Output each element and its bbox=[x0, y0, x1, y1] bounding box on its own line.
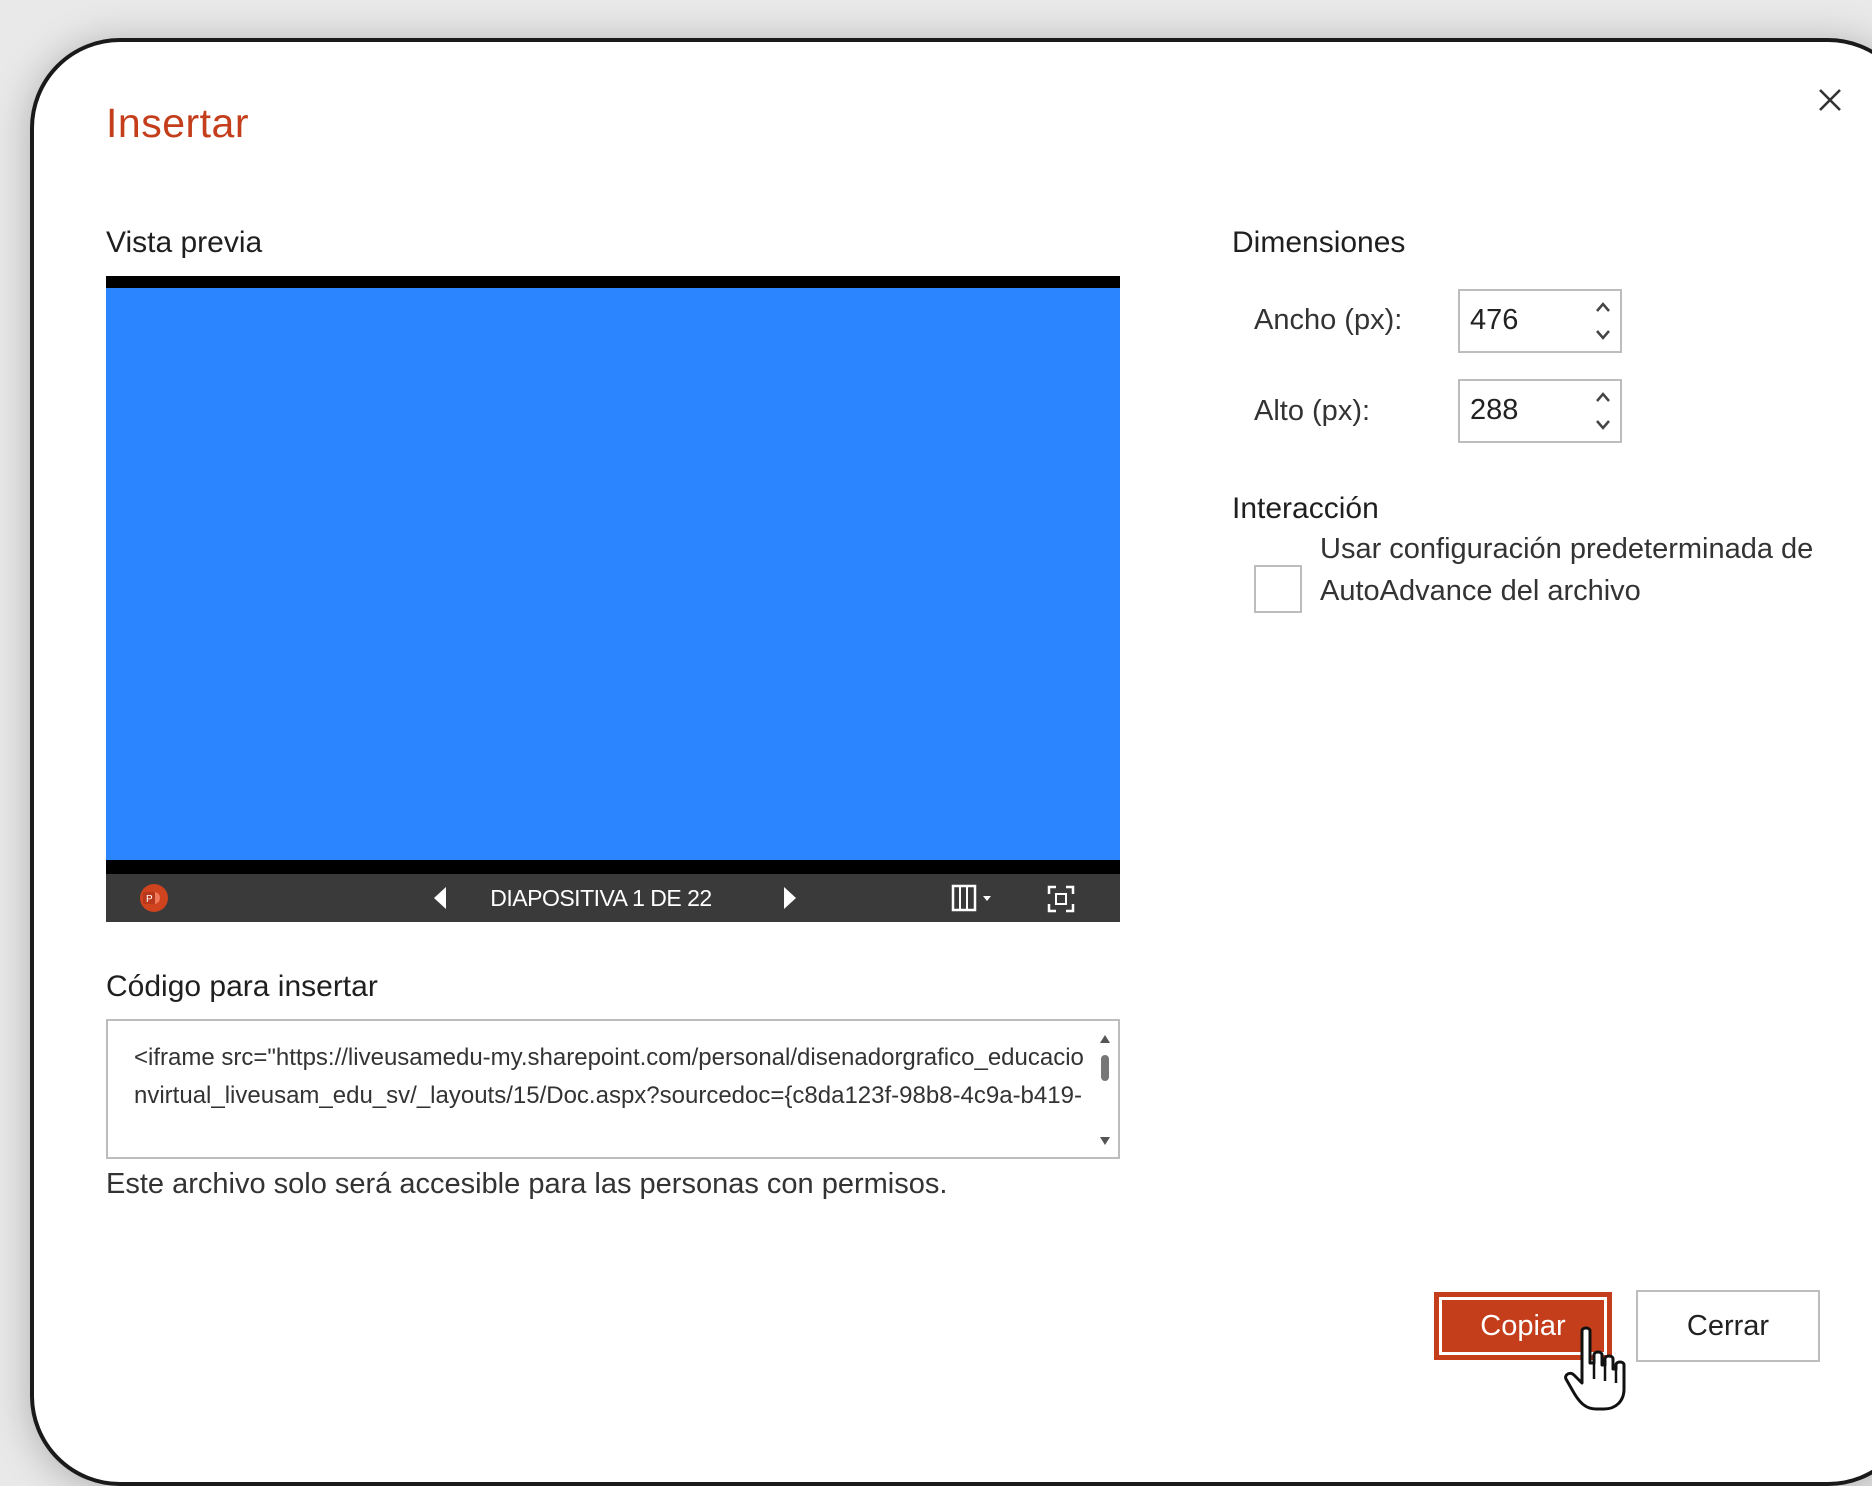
close-icon[interactable] bbox=[1808, 78, 1852, 122]
width-stepper[interactable] bbox=[1458, 289, 1622, 353]
embed-code-textarea[interactable]: <iframe src="https://liveusamedu-my.shar… bbox=[106, 1019, 1120, 1159]
dialog-title: Insertar bbox=[106, 100, 249, 146]
height-input[interactable] bbox=[1468, 387, 1582, 433]
slide-counter: DIAPOSITIVA 1 DE 22 bbox=[490, 885, 712, 911]
width-input[interactable] bbox=[1468, 297, 1582, 343]
slide-canvas bbox=[106, 288, 1120, 860]
preview-heading: Vista previa bbox=[106, 226, 263, 259]
fullscreen-icon[interactable] bbox=[1044, 882, 1078, 916]
interaction-heading: Interacción bbox=[1232, 492, 1379, 525]
powerpoint-logo-icon: P bbox=[136, 880, 172, 916]
height-stepper[interactable] bbox=[1458, 379, 1622, 443]
embed-code-heading: Código para insertar bbox=[106, 970, 378, 1003]
previous-slide-icon[interactable] bbox=[424, 882, 456, 914]
svg-text:P: P bbox=[146, 894, 153, 905]
slide-preview: P DIAPOSITIVA 1 DE 22 bbox=[106, 276, 1120, 922]
autoadvance-checkbox[interactable] bbox=[1254, 565, 1302, 613]
preview-controls: P DIAPOSITIVA 1 DE 22 bbox=[106, 874, 1120, 922]
next-slide-icon[interactable] bbox=[774, 882, 806, 914]
embed-code-text[interactable]: <iframe src="https://liveusamedu-my.shar… bbox=[134, 1039, 1084, 1155]
close-button[interactable]: Cerrar bbox=[1636, 1290, 1820, 1362]
copy-button[interactable]: Copiar bbox=[1434, 1292, 1612, 1360]
width-spin-arrows-icon[interactable] bbox=[1592, 297, 1614, 345]
permissions-note: Este archivo solo será accesible para la… bbox=[106, 1168, 948, 1200]
layout-menu-icon[interactable] bbox=[944, 882, 1000, 914]
dimensions-heading: Dimensiones bbox=[1232, 226, 1406, 259]
height-spin-arrows-icon[interactable] bbox=[1592, 387, 1614, 435]
height-label: Alto (px): bbox=[1254, 395, 1371, 427]
autoadvance-label[interactable]: Usar configuración predeterminada de Aut… bbox=[1320, 528, 1820, 612]
width-label: Ancho (px): bbox=[1254, 304, 1403, 336]
code-scrollbar[interactable] bbox=[1094, 1025, 1116, 1153]
